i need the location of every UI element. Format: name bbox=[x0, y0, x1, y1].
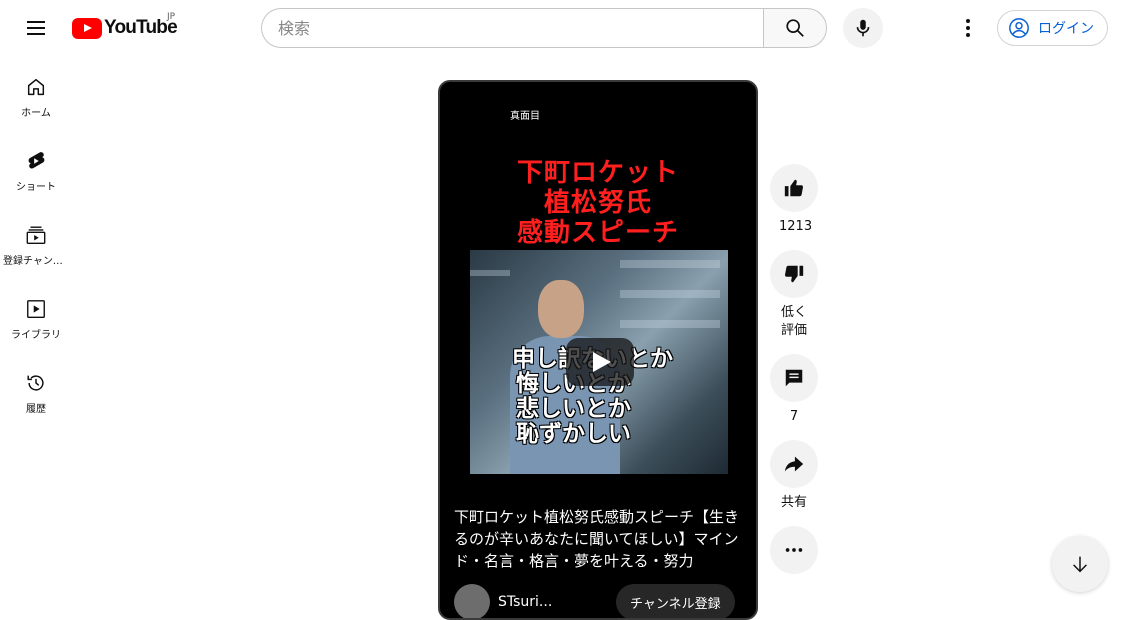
thumbnail-title-line: 植松努氏 bbox=[543, 187, 652, 217]
overlay-line: 恥ずかしい bbox=[516, 420, 631, 446]
comment-action: 7 bbox=[769, 354, 819, 426]
sidebar-item-library[interactable]: ライブラリ bbox=[0, 278, 72, 352]
channel-avatar[interactable] bbox=[454, 584, 490, 618]
more-action bbox=[769, 526, 819, 574]
top-header: YouTube JP ログイン bbox=[0, 0, 1124, 56]
youtube-play-logo-icon bbox=[72, 17, 102, 39]
sidebar-item-label: ショート bbox=[16, 182, 56, 193]
channel-row: STsuri... チャンネル登録 bbox=[454, 584, 746, 618]
search-input[interactable] bbox=[261, 8, 764, 48]
voice-search-button[interactable] bbox=[843, 8, 883, 48]
next-video-button[interactable] bbox=[1052, 536, 1108, 592]
login-button[interactable]: ログイン bbox=[997, 10, 1108, 46]
sidebar-item-subscriptions[interactable]: 登録チャンネル bbox=[0, 204, 72, 278]
shorts-icon bbox=[28, 152, 45, 169]
comments-button[interactable] bbox=[770, 354, 818, 402]
thumbnail-title-line: 下町ロケット bbox=[516, 157, 679, 187]
comment-icon bbox=[785, 369, 803, 387]
library-icon bbox=[27, 300, 45, 318]
dislike-label: 低く評価 bbox=[780, 305, 807, 338]
youtube-logo[interactable]: YouTube bbox=[72, 16, 178, 40]
sidebar-item-label: ホーム bbox=[21, 108, 51, 119]
thumbnail-title: 下町ロケット 植松努氏 感動スピーチ bbox=[440, 157, 756, 247]
login-label: ログイン bbox=[1038, 21, 1094, 37]
video-title[interactable]: 下町ロケット植松努氏感動スピーチ【生きるのが辛いあなたに聞いてほしい】マインド・… bbox=[454, 506, 746, 572]
account-circle-icon bbox=[1009, 18, 1029, 38]
share-icon bbox=[784, 456, 804, 472]
history-icon bbox=[27, 375, 44, 391]
sidebar-item-history[interactable]: 履歴 bbox=[0, 352, 72, 426]
home-icon bbox=[27, 78, 45, 96]
country-code: JP bbox=[167, 12, 176, 22]
like-count: 1213 bbox=[779, 219, 813, 234]
subscriptions-icon bbox=[26, 226, 46, 244]
like-action: 1213 bbox=[769, 164, 819, 236]
thumbs-down-icon bbox=[784, 265, 804, 283]
sidebar-item-label: 登録チャンネル bbox=[3, 256, 69, 267]
more-horizontal-icon bbox=[785, 548, 803, 552]
dislike-button[interactable] bbox=[770, 250, 818, 298]
sidebar-item-label: 履歴 bbox=[26, 404, 46, 415]
settings-more-icon[interactable] bbox=[952, 8, 984, 48]
arrow-down-icon bbox=[1073, 556, 1087, 573]
like-button[interactable] bbox=[770, 164, 818, 212]
hamburger-menu-icon[interactable] bbox=[16, 8, 56, 48]
dislike-action: 低く評価 bbox=[769, 250, 819, 340]
share-action: 共有 bbox=[769, 440, 819, 512]
comment-count: 7 bbox=[789, 409, 799, 424]
short-video-player[interactable]: 真面目 下町ロケット 植松努氏 感動スピーチ 申し訳ないとか 悔しいとか 悲しい… bbox=[438, 80, 758, 620]
share-button[interactable] bbox=[770, 440, 818, 488]
channel-name[interactable]: STsuri... bbox=[498, 594, 608, 610]
share-label: 共有 bbox=[780, 495, 807, 510]
person-head bbox=[538, 280, 584, 338]
sidebar-item-label: ライブラリ bbox=[11, 330, 61, 341]
search-bar bbox=[261, 8, 827, 48]
subscribe-button[interactable]: チャンネル登録 bbox=[616, 584, 735, 618]
mini-guide-sidebar: ホーム ショート 登録チャンネル ライブラリ 履歴 bbox=[0, 56, 72, 426]
sidebar-item-shorts[interactable]: ショート bbox=[0, 130, 72, 204]
thumbnail-channel-tag: 真面目 bbox=[510, 111, 540, 122]
thumbnail-title-line: 感動スピーチ bbox=[516, 217, 679, 247]
more-options-button[interactable] bbox=[770, 526, 818, 574]
search-button[interactable] bbox=[763, 8, 827, 48]
overlay-line: 悲しいとか bbox=[516, 395, 631, 421]
thumbs-up-icon bbox=[784, 179, 804, 197]
logo-text: YouTube bbox=[104, 17, 178, 38]
sidebar-item-home[interactable]: ホーム bbox=[0, 56, 72, 130]
microphone-icon bbox=[856, 19, 870, 37]
short-actions: 1213 低く評価 7 共有 bbox=[769, 164, 819, 588]
play-button-icon[interactable] bbox=[566, 338, 634, 386]
search-icon bbox=[786, 19, 804, 37]
